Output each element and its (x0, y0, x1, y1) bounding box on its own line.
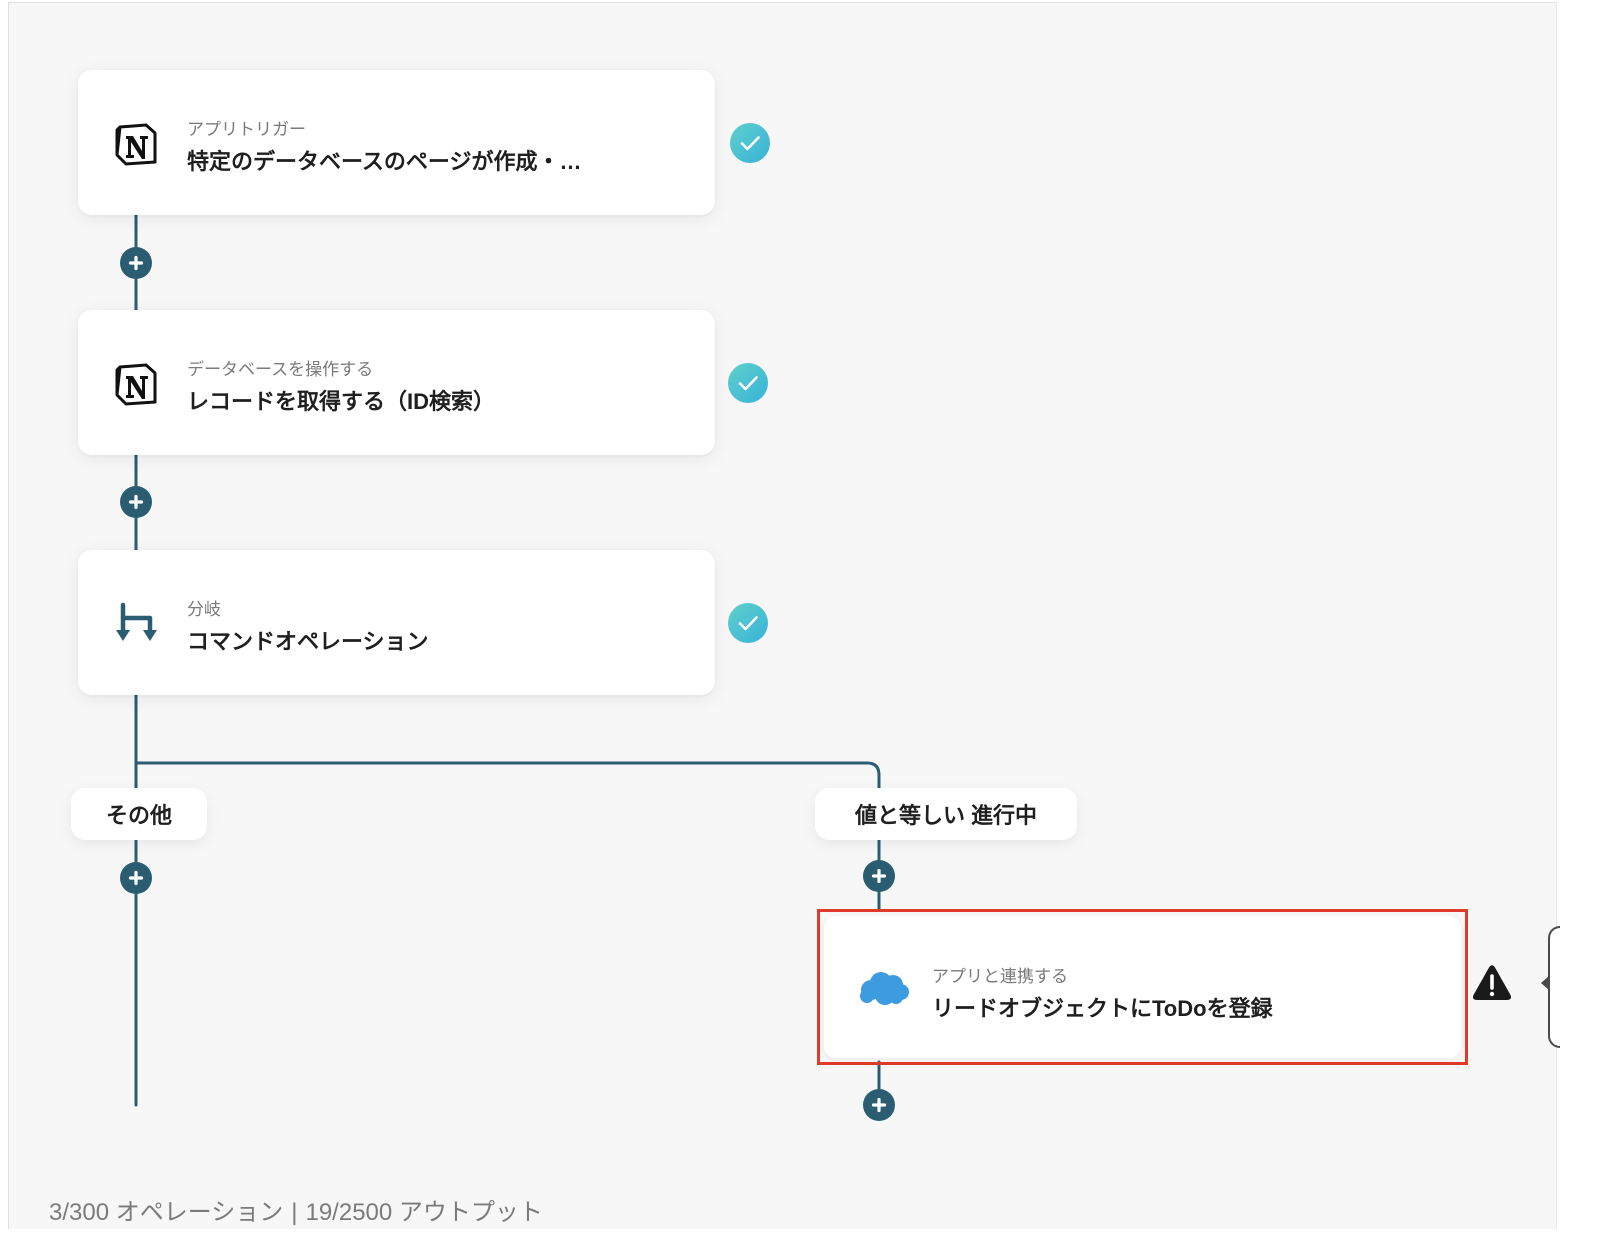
notion-icon (115, 363, 157, 406)
flow-node-trigger[interactable]: アプリトリガー 特定のデータベースのページが作成・… (78, 70, 715, 215)
branch-label-equals-in-progress[interactable]: 値と等しい 進行中 (815, 788, 1077, 840)
flow-node-branch[interactable]: 分岐 コマンドオペレーション (78, 550, 715, 695)
add-step-button[interactable] (120, 862, 152, 894)
node-subtitle: アプリと連携する (932, 967, 1068, 986)
node-title: コマンドオペレーション (187, 629, 429, 654)
branch-icon (116, 602, 157, 641)
check-icon (728, 603, 768, 643)
add-step-button[interactable] (120, 247, 152, 279)
add-step-button[interactable] (120, 486, 152, 518)
node-subtitle: アプリトリガー (187, 120, 306, 139)
outputs-count: 19/2500 アウトプット (305, 1199, 543, 1226)
flow-node-database-operation[interactable]: データベースを操作する レコードを取得する（ID検索） (78, 310, 715, 455)
node-title: レコードを取得する（ID検索） (187, 389, 496, 414)
check-icon (728, 363, 768, 403)
collapse-arrow-icon[interactable] (1541, 975, 1550, 991)
notion-icon (115, 123, 157, 166)
branch-label-other[interactable]: その他 (71, 788, 207, 840)
add-step-button[interactable] (863, 1089, 895, 1121)
operations-count: 3/300 オペレーション (49, 1199, 284, 1226)
node-title: リードオブジェクトにToDoを登録 (932, 996, 1273, 1021)
warning-icon (1472, 965, 1512, 1000)
highlight-box: アプリと連携する リードオブジェクトにToDoを登録 (817, 909, 1468, 1065)
node-title: 特定のデータベースのページが作成・… (187, 149, 582, 174)
flow-node-salesforce[interactable]: アプリと連携する リードオブジェクトにToDoを登録 (824, 916, 1461, 1058)
node-subtitle: 分岐 (187, 600, 221, 619)
check-icon (730, 123, 770, 163)
separator: | (291, 1199, 298, 1226)
node-subtitle: データベースを操作する (187, 360, 374, 379)
add-step-button[interactable] (863, 860, 895, 892)
usage-summary: 3/300 オペレーション | 19/2500 アウトプット (49, 1192, 543, 1227)
salesforce-icon (860, 972, 909, 1005)
